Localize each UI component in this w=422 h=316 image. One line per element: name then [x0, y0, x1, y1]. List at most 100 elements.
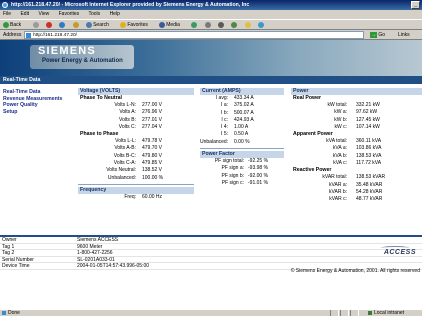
banner-subtitle: Power Energy & Automation	[42, 58, 123, 64]
stop-button[interactable]	[45, 21, 53, 28]
go-button[interactable]: → Go	[368, 31, 387, 39]
power-row: kVA c: 117.72 kVA	[333, 160, 382, 167]
apparent-power-title: Apparent Power	[293, 131, 333, 138]
power-factor-block: Power Factor PF sign total: -92.25 % PF s…	[200, 151, 284, 187]
status-done: Done	[2, 310, 20, 316]
menu-edit[interactable]: Edit	[20, 11, 29, 17]
address-bar: Address http://161.218.47.20/ → Go Links	[0, 30, 422, 40]
page-icon	[26, 33, 31, 38]
minimize-button[interactable]: _	[411, 1, 420, 9]
discuss-button[interactable]	[244, 21, 252, 28]
voltage-header: Voltage (VOLTS)	[78, 88, 194, 95]
star-icon	[120, 21, 127, 28]
nav-setup[interactable]: Setup	[3, 109, 78, 116]
reactive-power-title: Reactive Power	[293, 167, 332, 174]
favorites-button[interactable]: Favorites	[120, 21, 153, 28]
messenger-icon	[258, 21, 265, 28]
status-bar: Done Local intranet	[0, 309, 422, 316]
edit-button[interactable]	[231, 21, 238, 28]
power-row: kVA b: 138.53 kVA	[332, 152, 382, 159]
copyright-notice: © Siemens Energy & Automation, 2001. All…	[290, 268, 420, 274]
back-button[interactable]: Back	[3, 21, 26, 28]
divider	[78, 183, 194, 185]
device-info-table: Owner Siemens ACCESS Tag 1 9600 Meter Tag …	[0, 235, 422, 270]
page-content: SIEMENS Power Energy & Automation Real-T…	[0, 40, 422, 309]
security-zone: Local intranet	[368, 310, 404, 316]
current-panel: Current (AMPS) I avg: 433.34 A I a: 375.02…	[200, 88, 284, 187]
history-icon	[191, 21, 198, 28]
refresh-button[interactable]	[59, 21, 66, 28]
current-row: I avg: 433.34 A	[215, 95, 254, 101]
power-row: kVAR a: 35.48 kVAR	[329, 181, 383, 188]
mail-icon	[204, 21, 211, 28]
power-row: kVA a: 103.86 kVA	[332, 145, 382, 152]
power-row: kVA total: 360.11 kVA	[326, 138, 382, 145]
edit-icon	[231, 21, 238, 28]
left-navigation: Real-Time Data Revenue Measurements Powe…	[3, 89, 78, 115]
current-row: Unbalanced: 0.00 %	[200, 138, 250, 145]
links-button[interactable]: Links	[398, 30, 410, 40]
home-icon	[72, 21, 79, 28]
address-input[interactable]: http://161.218.47.20/	[24, 31, 364, 39]
logo-swoosh	[380, 246, 409, 250]
divider	[200, 148, 284, 150]
menu-view[interactable]: View	[38, 11, 49, 17]
voltage-row: Volts B: 277.01 V	[119, 116, 163, 123]
voltage-row: Volts A-B: 479.70 V	[114, 145, 163, 152]
siemens-logo: SIEMENS	[38, 45, 96, 57]
menu-bar: File Edit View Favorites Tools Help	[0, 10, 422, 19]
search-button[interactable]: Search	[86, 21, 114, 28]
status-cell	[340, 310, 349, 316]
access-logo: ACCESS	[380, 246, 416, 256]
status-cell	[330, 310, 339, 316]
status-cell	[350, 310, 359, 316]
media-button[interactable]: Media	[159, 21, 185, 28]
power-row: kVAR b: 54.28 kVAR	[329, 188, 383, 195]
go-arrow-icon: →	[370, 31, 377, 38]
print-button[interactable]	[218, 21, 225, 28]
power-row: kVAR total: 138.53 kVAR	[322, 174, 386, 181]
power-header: Power	[291, 88, 422, 95]
power-factor-row: PF sign a: -93.98 %	[221, 165, 269, 172]
forward-button[interactable]	[32, 21, 40, 28]
voltage-row: Volts B-C: 479.80 V	[113, 152, 163, 159]
section-title-bar: Real-Time Data	[0, 76, 422, 84]
voltage-row: Volts A: 276.96 V	[119, 109, 163, 116]
power-factor-row: PF sign b: -92.00 %	[221, 172, 269, 179]
power-row: kW c: 107.14 kW	[334, 123, 380, 130]
power-factor-row: PF sign total: -92.25 %	[214, 158, 269, 165]
voltage-row: Unbalanced: 100.00 %	[107, 174, 164, 181]
window-titlebar: http://161.218.47.20/ - Microsoft Intern…	[0, 0, 422, 10]
current-header: Current (AMPS)	[200, 88, 284, 95]
address-url: http://161.218.47.20/	[33, 33, 78, 38]
power-factor-header: Power Factor	[200, 151, 284, 159]
menu-favorites[interactable]: Favorites	[59, 11, 80, 17]
power-row: kVAR c: 48.77 kVAR	[329, 196, 383, 203]
power-row: kW total: 332.21 kW	[327, 102, 380, 108]
search-icon	[86, 21, 93, 28]
history-button[interactable]	[191, 21, 198, 28]
window-title: http://161.218.47.20/ - Microsoft Intern…	[11, 2, 250, 8]
current-row: I a: 375.02 A	[221, 102, 254, 109]
siemens-banner: SIEMENS Power Energy & Automation	[0, 40, 422, 76]
power-row: kW b: 127.45 kW	[334, 116, 380, 123]
phase-neutral-title: Phase To Neutral	[80, 95, 122, 101]
voltage-row: Volts L-L: 479.78 V	[115, 138, 163, 145]
power-factor-row: PF sign c: -91.01 %	[221, 179, 269, 186]
mail-button[interactable]	[204, 21, 212, 28]
home-button[interactable]	[72, 21, 80, 28]
address-label: Address	[3, 32, 22, 38]
menu-help[interactable]: Help	[110, 11, 120, 17]
menu-file[interactable]: File	[3, 11, 11, 17]
frequency-row: Freq: 60.00 Hz	[124, 193, 163, 200]
current-row: I 4: 1.00 A	[221, 124, 249, 131]
messenger-button[interactable]	[258, 21, 265, 28]
current-row: I 5: 0.50 A	[221, 131, 249, 138]
voltage-row: Volts C-A: 479.85 V	[113, 160, 163, 167]
internet-explorer-icon	[2, 2, 8, 8]
media-icon	[159, 21, 166, 28]
frequency-header: Frequency	[78, 186, 194, 194]
browser-toolbar: Back Search Favorites Media	[0, 19, 422, 30]
menu-tools[interactable]: Tools	[88, 11, 100, 17]
voltage-row: Volts C: 277.04 V	[118, 123, 163, 130]
